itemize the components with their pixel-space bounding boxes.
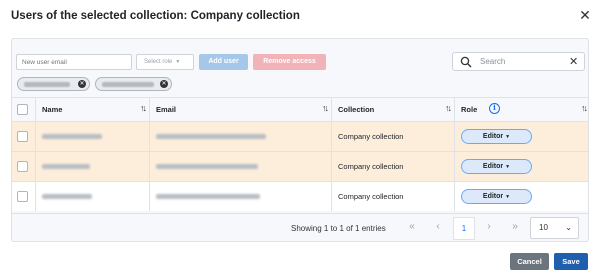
dialog-title: Users of the selected collection: Compan… (11, 10, 300, 22)
caret-down-icon: ▼ (175, 59, 181, 65)
email-cell (150, 182, 332, 211)
next-page-icon[interactable]: › (483, 221, 495, 232)
table-row[interactable]: Company collection Editor ▼ (12, 121, 588, 151)
name-redacted (42, 164, 90, 169)
row-checkbox[interactable] (17, 131, 28, 142)
email-header-label: Email (156, 105, 177, 114)
select-all-cell (12, 98, 36, 121)
collection-text: Company collection (338, 192, 404, 201)
chip-remove-icon[interactable]: ✕ (160, 80, 168, 88)
selected-user-chip: ✕ (17, 77, 90, 91)
caret-down-icon: ▼ (505, 134, 511, 140)
save-button[interactable]: Save (554, 253, 588, 270)
role-column-header[interactable]: Role i ↑↓ (455, 98, 588, 121)
search-input[interactable]: Search (480, 57, 505, 66)
collection-header-label: Collection (338, 105, 375, 114)
name-cell (36, 122, 150, 151)
search-box[interactable]: Search ✕ (452, 52, 585, 71)
first-page-icon[interactable]: « (406, 221, 418, 232)
collection-text: Company collection (338, 132, 404, 141)
pagination-bar: Showing 1 to 1 of 1 entries « ‹ 1 › » 10… (12, 213, 588, 241)
remove-access-button[interactable]: Remove access (253, 54, 326, 70)
chip-label-redacted (24, 82, 70, 87)
role-dropdown-button[interactable]: Editor ▼ (461, 159, 532, 174)
name-cell (36, 182, 150, 211)
row-select-cell (12, 122, 36, 151)
role-header-label: Role (461, 105, 478, 114)
email-column-header[interactable]: Email ↑↓ (150, 98, 332, 121)
info-icon[interactable]: i (489, 103, 500, 114)
collection-cell: Company collection (332, 182, 455, 211)
search-icon (460, 56, 472, 68)
sort-icon[interactable]: ↑↓ (322, 103, 329, 113)
sort-icon[interactable]: ↑↓ (445, 103, 452, 113)
role-select[interactable]: Select role ▼ (136, 54, 194, 70)
email-redacted (156, 164, 258, 169)
role-label: Editor (482, 163, 504, 170)
row-checkbox[interactable] (17, 161, 28, 172)
clear-search-icon[interactable]: ✕ (569, 55, 578, 68)
selected-user-chip: ✕ (95, 77, 172, 91)
entries-summary: Showing 1 to 1 of 1 entries (291, 224, 386, 233)
collection-cell: Company collection (332, 152, 455, 181)
email-cell (150, 122, 332, 151)
cancel-button[interactable]: Cancel (510, 253, 549, 270)
select-all-checkbox[interactable] (17, 104, 28, 115)
collection-text: Company collection (338, 162, 404, 171)
role-dropdown-button[interactable]: Editor ▼ (461, 189, 532, 204)
name-column-header[interactable]: Name ↑↓ (36, 98, 150, 121)
sort-icon[interactable]: ↑↓ (581, 103, 588, 113)
users-panel: Select role▼ Add user Remove access Sear… (11, 38, 589, 242)
page-size-value: 10 (539, 223, 548, 232)
row-select-cell (12, 182, 36, 211)
role-label: Editor (482, 133, 504, 140)
collection-cell: Company collection (332, 122, 455, 151)
role-cell: Editor ▼ (455, 152, 588, 181)
role-label: Editor (482, 193, 504, 200)
name-redacted (42, 194, 92, 199)
table-row[interactable]: Company collection Editor ▼ (12, 181, 588, 211)
users-table: Name ↑↓ Email ↑↓ Collection ↑↓ Role i ↑↓ Comp… (12, 97, 588, 211)
email-cell (150, 152, 332, 181)
name-header-label: Name (42, 105, 63, 114)
row-checkbox[interactable] (17, 191, 28, 202)
close-icon[interactable]: ✕ (578, 8, 592, 22)
chevron-down-icon: ⌄ (565, 223, 572, 232)
role-cell: Editor ▼ (455, 122, 588, 151)
collection-column-header[interactable]: Collection ↑↓ (332, 98, 455, 121)
chip-remove-icon[interactable]: ✕ (78, 80, 86, 88)
name-cell (36, 152, 150, 181)
role-dropdown-button[interactable]: Editor ▼ (461, 129, 532, 144)
email-redacted (156, 134, 266, 139)
row-select-cell (12, 152, 36, 181)
table-row[interactable]: Company collection Editor ▼ (12, 151, 588, 181)
sort-icon[interactable]: ↑↓ (140, 103, 147, 113)
table-header-row: Name ↑↓ Email ↑↓ Collection ↑↓ Role i ↑↓ (12, 97, 588, 121)
caret-down-icon: ▼ (505, 194, 511, 200)
last-page-icon[interactable]: » (509, 221, 521, 232)
add-user-button[interactable]: Add user (199, 54, 248, 70)
name-redacted (42, 134, 102, 139)
role-select-label: Select role (144, 59, 173, 65)
email-redacted (156, 194, 260, 199)
previous-page-icon[interactable]: ‹ (432, 221, 444, 232)
page-size-select[interactable]: 10 ⌄ (530, 217, 579, 239)
chip-label-redacted (102, 82, 154, 87)
new-user-email-input[interactable] (16, 54, 132, 70)
caret-down-icon: ▼ (505, 164, 511, 170)
role-cell: Editor ▼ (455, 182, 588, 211)
current-page-button[interactable]: 1 (453, 217, 475, 240)
